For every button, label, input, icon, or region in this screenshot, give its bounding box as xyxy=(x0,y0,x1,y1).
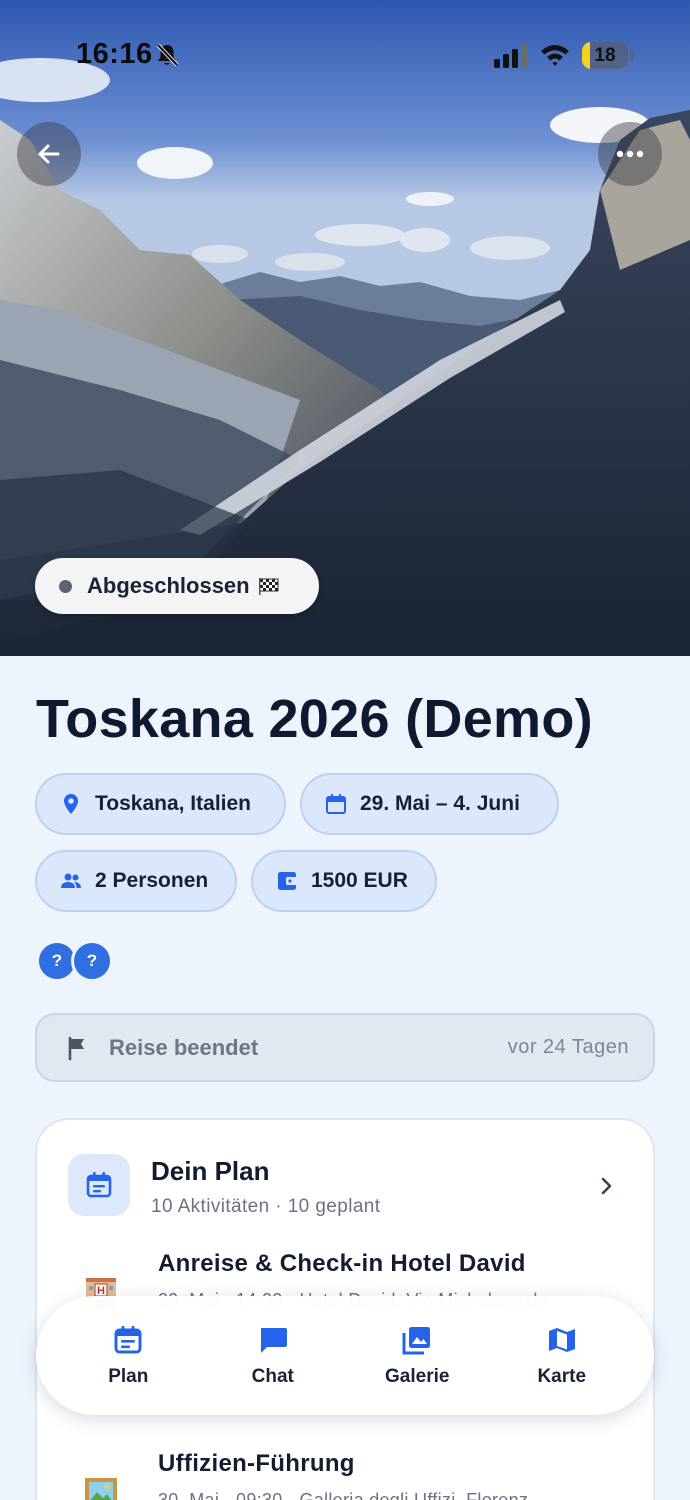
dates-chip[interactable]: 29. Mai – 4. Juni xyxy=(300,773,559,835)
tab-chat[interactable]: Chat xyxy=(213,1324,333,1388)
trip-status-label: Abgeschlossen xyxy=(87,573,250,598)
cellular-signal-icon xyxy=(494,44,527,68)
trip-title: Toskana 2026 (Demo) xyxy=(36,689,593,749)
calendar-list-icon xyxy=(86,1172,112,1198)
activity-subtitle: 30. Mai · 09:30 · Galleria degli Uffizi,… xyxy=(158,1490,529,1500)
plan-title: Dein Plan xyxy=(151,1156,270,1186)
status-dot xyxy=(59,579,72,593)
status-bar: 16:16 18 xyxy=(0,0,690,110)
persons-text: 2 Personen xyxy=(95,869,209,892)
checkered-flag-icon xyxy=(258,578,279,595)
calendar-icon xyxy=(326,794,346,814)
more-options-button[interactable] xyxy=(598,122,662,186)
wifi-icon xyxy=(541,45,569,66)
wallet-icon xyxy=(278,872,297,890)
trip-status-badge: Abgeschlossen xyxy=(35,558,319,614)
persons-chip[interactable]: 2 Personen xyxy=(35,850,237,912)
location-pin-icon xyxy=(64,794,78,814)
plan-icon-box xyxy=(68,1154,130,1216)
tab-label: Plan xyxy=(108,1365,149,1387)
tab-plan[interactable]: Plan xyxy=(68,1324,188,1388)
trip-ended-banner: Reise beendet vor 24 Tagen xyxy=(35,1013,655,1082)
trip-ended-ago: vor 24 Tagen xyxy=(507,1036,629,1058)
location-text: Toskana, Italien xyxy=(95,792,251,815)
location-chip[interactable]: Toskana, Italien xyxy=(35,773,286,835)
budget-chip[interactable]: 1500 EUR xyxy=(251,850,437,912)
trip-ended-label: Reise beendet xyxy=(109,1034,259,1060)
battery-cap xyxy=(630,50,634,61)
gallery-icon xyxy=(402,1326,431,1354)
tab-label: Chat xyxy=(251,1365,294,1387)
hero-image: 16:16 18 Abgeschlossen xyxy=(0,0,690,656)
chevron-right-icon[interactable] xyxy=(595,1174,617,1198)
calendar-icon xyxy=(114,1325,142,1353)
more-horizontal-icon xyxy=(616,150,644,158)
framed-picture-icon xyxy=(85,1478,117,1500)
tab-map[interactable]: Karte xyxy=(502,1324,622,1388)
tab-gallery[interactable]: Galerie xyxy=(357,1324,477,1388)
people-icon xyxy=(61,873,81,888)
plan-subtitle: 10 Aktivitäten · 10 geplant xyxy=(151,1196,381,1217)
status-time: 16:16 xyxy=(76,38,153,70)
chat-bubble-icon xyxy=(260,1327,287,1353)
activity-item[interactable]: Uffizien-Führung 30. Mai · 09:30 · Galle… xyxy=(37,1450,657,1500)
back-button[interactable] xyxy=(17,122,81,186)
battery-indicator: 18 xyxy=(582,42,628,69)
bottom-tab-bar: Plan Chat Galerie Karte xyxy=(36,1296,654,1415)
flag-icon xyxy=(68,1036,84,1060)
activity-title: Anreise & Check-in Hotel David xyxy=(158,1250,526,1277)
battery-level: 18 xyxy=(594,45,616,66)
bell-off-icon xyxy=(156,43,179,67)
tab-label: Galerie xyxy=(385,1365,450,1387)
activity-title: Uffizien-Führung xyxy=(158,1450,355,1477)
participant-avatar[interactable]: ? xyxy=(71,940,113,982)
arrow-left-icon xyxy=(38,144,60,164)
budget-text: 1500 EUR xyxy=(311,869,408,892)
map-icon xyxy=(548,1327,575,1352)
tab-label: Karte xyxy=(537,1365,587,1387)
dates-text: 29. Mai – 4. Juni xyxy=(360,792,520,815)
